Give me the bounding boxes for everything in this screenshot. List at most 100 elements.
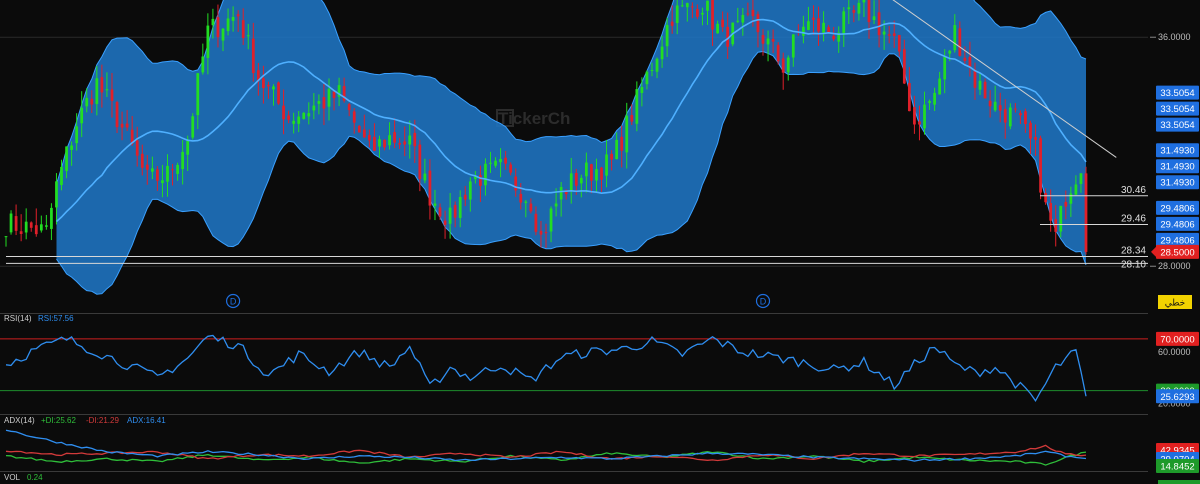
value-badge: 29.4806	[1156, 200, 1199, 215]
candle-body	[352, 111, 356, 123]
candle-body	[721, 19, 725, 28]
candle-body	[65, 146, 68, 172]
candle-body	[670, 21, 674, 26]
candle-body	[963, 57, 967, 62]
level-label-28-10: 28.10	[1121, 259, 1146, 270]
candle-body	[902, 49, 906, 84]
candle-body	[95, 78, 99, 104]
trading-chart[interactable]: TickerCh 30.46 29.46 28.34 28.10 36.0000…	[0, 0, 1200, 484]
value-badge-text: 33.5054	[1160, 120, 1194, 131]
candle-body	[978, 80, 982, 90]
candle-body	[292, 120, 296, 124]
candle-body	[1024, 111, 1027, 124]
candle-body	[191, 116, 195, 138]
candle-body	[120, 123, 124, 128]
candle-body	[221, 28, 225, 41]
candle-body	[519, 193, 523, 203]
candle-body	[241, 20, 245, 38]
candle-body	[655, 58, 659, 72]
candle-body	[312, 105, 316, 111]
rsi-axis-label-60: 60.0000	[1158, 347, 1191, 357]
candle-body	[347, 104, 351, 111]
value-badge-text: 33.5054	[1160, 88, 1194, 99]
candle-body	[610, 153, 613, 160]
candle-body	[287, 115, 290, 120]
candle-body	[554, 203, 558, 207]
candle-body	[367, 135, 371, 141]
candle-body	[226, 18, 230, 32]
candle-body	[907, 83, 911, 112]
candle-body	[196, 73, 200, 116]
candle-body	[1034, 136, 1037, 140]
candle-body	[736, 20, 740, 22]
candle-body	[711, 0, 714, 30]
candle-body	[24, 221, 28, 233]
candle-body	[468, 181, 472, 200]
candle-body	[892, 33, 896, 36]
candle-body	[161, 180, 164, 184]
value-badge-text: 70.0000	[1160, 334, 1194, 345]
legend-badge[interactable]: خطي	[1158, 295, 1192, 309]
candle-body	[741, 14, 745, 23]
candle-body	[479, 175, 482, 186]
candle-body	[559, 186, 563, 200]
candle-body	[716, 23, 719, 34]
value-badge: 25.6293	[1156, 389, 1199, 404]
candle-body	[272, 86, 275, 90]
candle-body	[998, 105, 1002, 111]
candle-body	[1049, 203, 1053, 221]
candle-body	[29, 222, 33, 228]
candle-body	[428, 170, 432, 206]
candle-body	[438, 207, 442, 217]
candle-body	[80, 107, 84, 124]
candle-body	[216, 17, 220, 38]
candle-body	[393, 132, 396, 143]
candle-body	[362, 129, 366, 138]
candle-body	[135, 140, 139, 156]
candle-body	[44, 225, 48, 227]
candle-body	[55, 181, 58, 208]
candle-body	[201, 56, 205, 73]
candle-body	[776, 45, 780, 62]
candle-body	[383, 139, 386, 148]
candle-body	[943, 56, 947, 80]
candle-body	[918, 121, 921, 125]
candle-body	[968, 56, 972, 67]
candle-body	[1008, 107, 1012, 127]
candle-body	[39, 224, 43, 231]
candle-body	[761, 35, 765, 44]
candle-body	[933, 92, 936, 105]
value-badge: 70.0000	[1156, 331, 1199, 346]
candle-body	[458, 196, 462, 218]
candle-body	[100, 77, 104, 93]
candle-body	[408, 135, 412, 145]
candle-body	[549, 208, 553, 232]
candle-body	[317, 101, 321, 104]
candle-body	[448, 207, 452, 224]
candle-body	[817, 18, 820, 32]
value-badge-text: 29.4806	[1160, 203, 1194, 214]
candle-body	[751, 9, 755, 17]
dividend-marker-label: D	[230, 297, 237, 307]
candle-body	[771, 38, 775, 42]
candle-body	[973, 69, 977, 88]
candle-body	[887, 34, 891, 36]
candle-body	[625, 115, 629, 153]
candle-body	[635, 89, 639, 124]
candle-body	[307, 113, 311, 117]
candle-body	[595, 169, 598, 181]
adx-badges: 42.934529.070414.8452	[1156, 443, 1199, 473]
candle-body	[9, 213, 13, 233]
value-badge: 33.5054	[1156, 85, 1199, 100]
candle-body	[882, 31, 886, 35]
candle-body	[206, 25, 210, 58]
candle-body	[1069, 193, 1073, 204]
value-badge-text: 29.4806	[1160, 235, 1194, 246]
candle-body	[862, 0, 866, 3]
candle-body	[569, 173, 573, 192]
candle-body	[590, 164, 593, 181]
value-badge-text: 14.8452	[1160, 462, 1194, 473]
value-badge-text: 28.5000	[1160, 247, 1194, 258]
candle-body	[756, 14, 760, 33]
candle-body	[398, 143, 402, 145]
